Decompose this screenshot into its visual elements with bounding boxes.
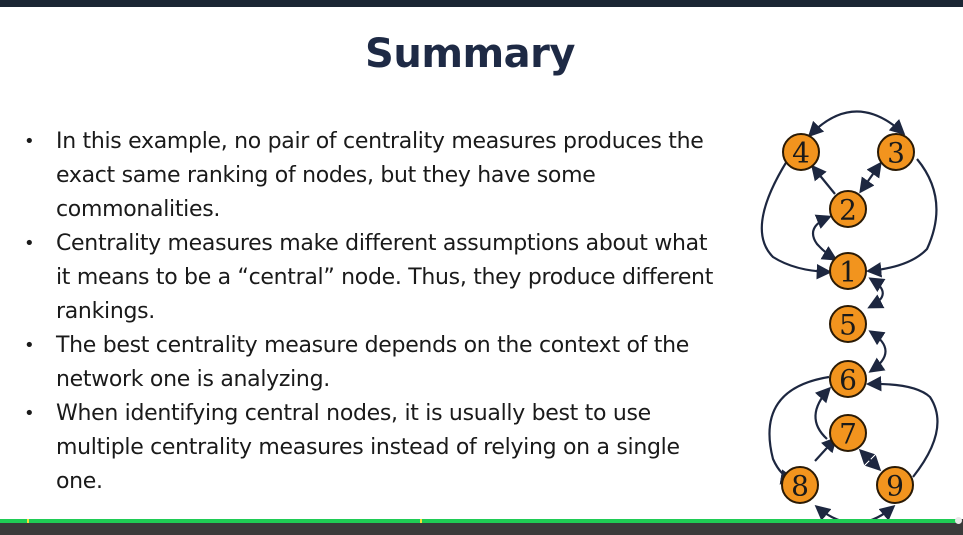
progress-scrubber-handle[interactable]	[955, 517, 962, 524]
graph-node: 7	[829, 414, 867, 452]
graph-node-label: 1	[839, 256, 857, 289]
edge-1-5	[867, 277, 886, 309]
graph-node: 8	[781, 466, 819, 504]
edge-4-1	[760, 160, 833, 280]
graph-node-label: 4	[792, 137, 810, 170]
graph-node-label: 2	[839, 194, 857, 227]
graph-node-label: 6	[839, 364, 857, 397]
window-top-bar	[0, 0, 963, 7]
edge-7-6	[814, 386, 832, 440]
graph-node: 1	[829, 252, 867, 290]
video-player-bar	[0, 517, 963, 535]
graph-node: 2	[829, 190, 867, 228]
graph-node: 4	[782, 133, 820, 171]
bullet-item: • The best centrality measure depends on…	[22, 329, 722, 397]
progress-track[interactable]	[0, 519, 960, 523]
graph-node: 3	[877, 133, 915, 171]
bullet-dot-icon: •	[24, 335, 35, 356]
bullet-dot-icon: •	[24, 233, 35, 254]
graph-node: 5	[829, 305, 867, 343]
network-graph: 4 3 2 1 5 6 7 8 9	[760, 110, 939, 525]
edge-2-1	[811, 214, 838, 261]
bullet-text: When identifying central nodes, it is us…	[56, 401, 680, 494]
bullet-item: • When identifying central nodes, it is …	[22, 397, 722, 499]
graph-node-label: 7	[839, 418, 857, 451]
edge-3-1	[865, 158, 938, 278]
bullet-dot-icon: •	[24, 403, 35, 424]
graph-node-label: 9	[886, 470, 904, 503]
chapter-marker	[420, 519, 422, 523]
bullet-item: • In this example, no pair of centrality…	[22, 125, 722, 227]
edge-2-4	[811, 164, 836, 195]
edge-3-2	[859, 161, 882, 194]
edge-9-6	[865, 376, 939, 478]
bullet-text: The best centrality measure depends on t…	[56, 333, 689, 392]
bullet-text: Centrality measures make different assum…	[56, 231, 714, 324]
graph-node-label: 8	[791, 470, 809, 503]
edge-6-8	[768, 375, 830, 485]
bullet-text: In this example, no pair of centrality m…	[56, 129, 704, 222]
bullet-dot-icon: •	[24, 131, 35, 152]
graph-node: 9	[876, 466, 914, 504]
bullet-list: • In this example, no pair of centrality…	[22, 125, 722, 499]
graph-node-label: 5	[839, 309, 857, 342]
slide-title: Summary	[365, 31, 575, 77]
edge-4-3	[807, 110, 906, 138]
graph-node-label: 3	[887, 137, 905, 170]
slide: Summary • In this example, no pair of ce…	[0, 7, 963, 525]
bullet-item: • Centrality measures make different ass…	[22, 227, 722, 329]
edge-5-6	[868, 330, 887, 373]
graph-node: 6	[829, 360, 867, 398]
chapter-marker	[27, 519, 29, 523]
edge-7-9	[858, 448, 882, 472]
